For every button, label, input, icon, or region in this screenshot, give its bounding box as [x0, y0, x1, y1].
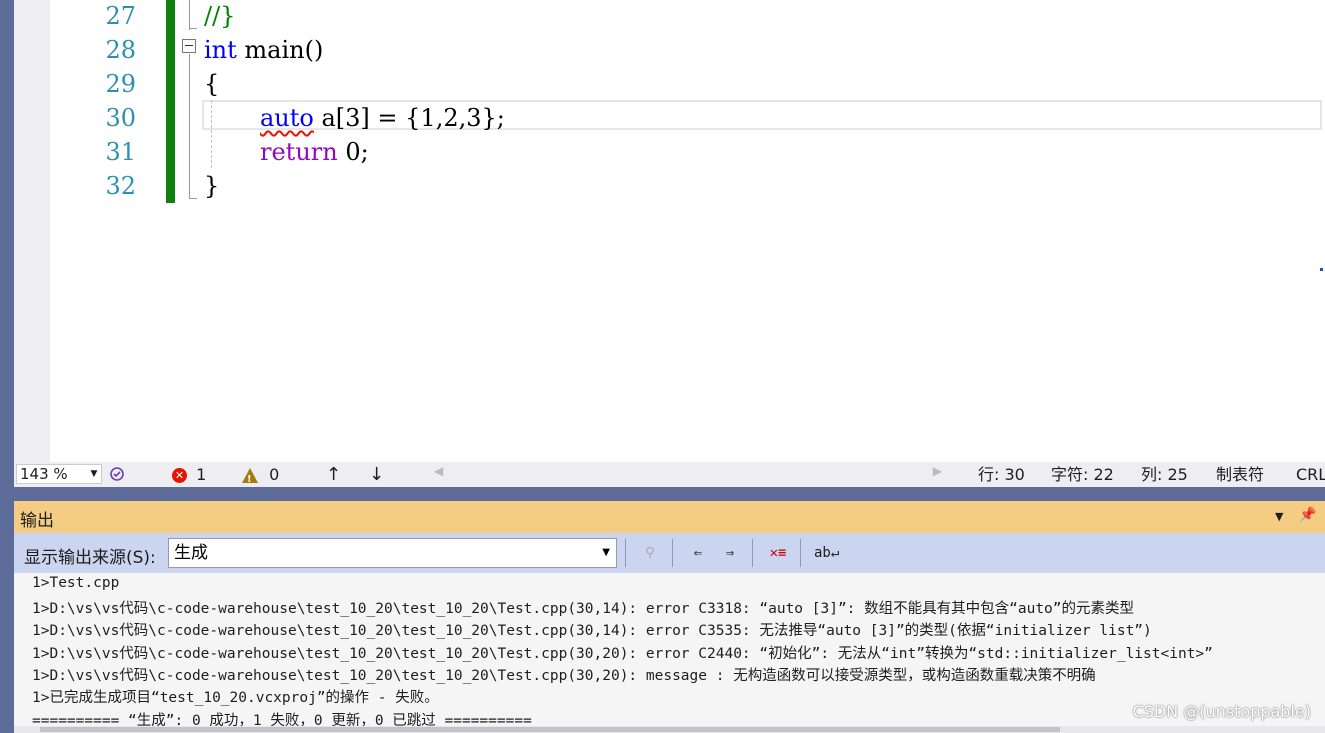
code-text: { — [204, 70, 220, 98]
keyword: int — [204, 36, 237, 64]
error-count[interactable]: ✕ 1 — [172, 465, 206, 485]
error-count-value: 1 — [196, 465, 207, 484]
warning-icon: ! — [242, 468, 258, 485]
panel-menu-icon[interactable]: ▼ — [1275, 510, 1283, 523]
pin-icon[interactable]: 📌 — [1299, 507, 1316, 523]
source-value: 生成 — [174, 543, 208, 563]
output-source-select[interactable]: 生成 ▼ — [168, 538, 617, 568]
output-line: 1>已完成生成项目“test_10_20.vcxproj”的操作 - 失败。 — [32, 690, 439, 706]
code-rest: main() — [236, 36, 324, 64]
code-line[interactable]: 31 return 0; — [14, 136, 1314, 170]
keyword: return — [260, 138, 338, 166]
editor-horizontal-scrollbar[interactable]: ◀ ▶ — [434, 464, 942, 484]
find-message-icon[interactable]: ⚲ — [638, 541, 662, 565]
scrollbar-thumb[interactable] — [40, 727, 1060, 732]
next-message-icon[interactable]: ⇒ — [718, 541, 742, 565]
line-ending-indicator[interactable]: CRLF — [1296, 465, 1325, 485]
code-line[interactable]: 28 int main() — [14, 34, 1314, 68]
clear-all-icon[interactable]: ✕≡ — [766, 541, 790, 565]
toolbar-divider — [625, 539, 626, 567]
panel-splitter[interactable] — [14, 487, 1325, 501]
warning-count-value: 0 — [269, 465, 280, 484]
code-text: auto a[3] = {1,2,3}; — [260, 104, 505, 132]
error-squiggle-keyword[interactable]: auto — [260, 104, 314, 132]
watermark: CSDN @(unstoppable) — [1132, 702, 1311, 721]
code-text: int main() — [204, 36, 323, 64]
line-number: 28 — [105, 36, 136, 64]
output-horizontal-scrollbar[interactable] — [14, 726, 1325, 733]
output-line: 1>D:\vs\vs代码\c-code-warehouse\test_10_20… — [32, 623, 1152, 639]
editor-status-bar: 143 % ▼ ✕ 1 ! 0 ↑ ↓ ◀ ▶ 行: 30 字符: 22 列: … — [14, 462, 1325, 487]
line-number: 32 — [105, 172, 136, 200]
chevron-down-icon: ▼ — [90, 469, 98, 479]
code-cleanup-icon[interactable] — [109, 465, 125, 483]
error-icon: ✕ — [172, 468, 187, 483]
tabs-indicator[interactable]: 制表符 — [1216, 465, 1264, 485]
code-editor[interactable]: 27 //} 28 int main() 29 { 30 auto a[3] =… — [14, 0, 1325, 462]
code-line[interactable]: 27 //} — [14, 0, 1314, 34]
code-text: return 0; — [260, 138, 369, 166]
output-text-area[interactable]: 1>Test.cpp 1>D:\vs\vs代码\c-code-warehouse… — [14, 573, 1325, 733]
word-wrap-icon[interactable]: ab↵ — [814, 541, 839, 565]
column-indicator[interactable]: 列: 25 — [1141, 465, 1188, 485]
output-line: 1>D:\vs\vs代码\c-code-warehouse\test_10_20… — [32, 668, 1096, 684]
scrollbar-marker — [1320, 268, 1323, 271]
output-panel-title: 输出 ▼ 📌 — [14, 501, 1325, 533]
code-line-current[interactable]: 30 auto a[3] = {1,2,3}; — [14, 102, 1314, 136]
code-text: } — [204, 172, 220, 200]
arrow-up-icon[interactable]: ↑ — [326, 465, 341, 485]
output-line: 1>D:\vs\vs代码\c-code-warehouse\test_10_20… — [32, 601, 1135, 617]
toolbar-divider — [800, 539, 801, 567]
zoom-dropdown[interactable]: 143 % ▼ — [16, 464, 102, 484]
prev-message-icon[interactable]: ⇐ — [686, 541, 710, 565]
zoom-value: 143 % — [20, 465, 68, 483]
line-number: 31 — [105, 138, 136, 166]
output-line: 1>Test.cpp — [32, 575, 120, 591]
code-rest: a[3] = {1,2,3}; — [313, 104, 505, 132]
line-indicator[interactable]: 行: 30 — [978, 465, 1025, 485]
toolbar-divider — [752, 539, 753, 567]
scroll-right-icon[interactable]: ▶ — [933, 464, 942, 478]
line-number: 27 — [105, 2, 136, 30]
warning-count[interactable]: ! 0 — [242, 465, 279, 485]
arrow-down-icon[interactable]: ↓ — [369, 465, 384, 485]
scroll-left-icon[interactable]: ◀ — [434, 464, 443, 478]
code-line[interactable]: 29 { — [14, 68, 1314, 102]
output-line: 1>D:\vs\vs代码\c-code-warehouse\test_10_20… — [32, 646, 1213, 662]
output-toolbar: 显示输出来源(S): 生成 ▼ ⚲ ⇐ ⇒ ✕≡ ab↵ — [14, 533, 1325, 573]
toolbar-divider — [672, 539, 673, 567]
window-frame-left — [0, 0, 14, 733]
output-title: 输出 — [20, 511, 54, 531]
line-number: 29 — [105, 70, 136, 98]
code-rest: 0; — [337, 138, 369, 166]
char-indicator[interactable]: 字符: 22 — [1051, 465, 1114, 485]
chevron-down-icon: ▼ — [602, 547, 610, 558]
source-label: 显示输出来源(S): — [24, 548, 156, 568]
code-line[interactable]: 32 } — [14, 170, 1314, 204]
line-number: 30 — [105, 104, 136, 132]
code-text: //} — [204, 2, 236, 30]
